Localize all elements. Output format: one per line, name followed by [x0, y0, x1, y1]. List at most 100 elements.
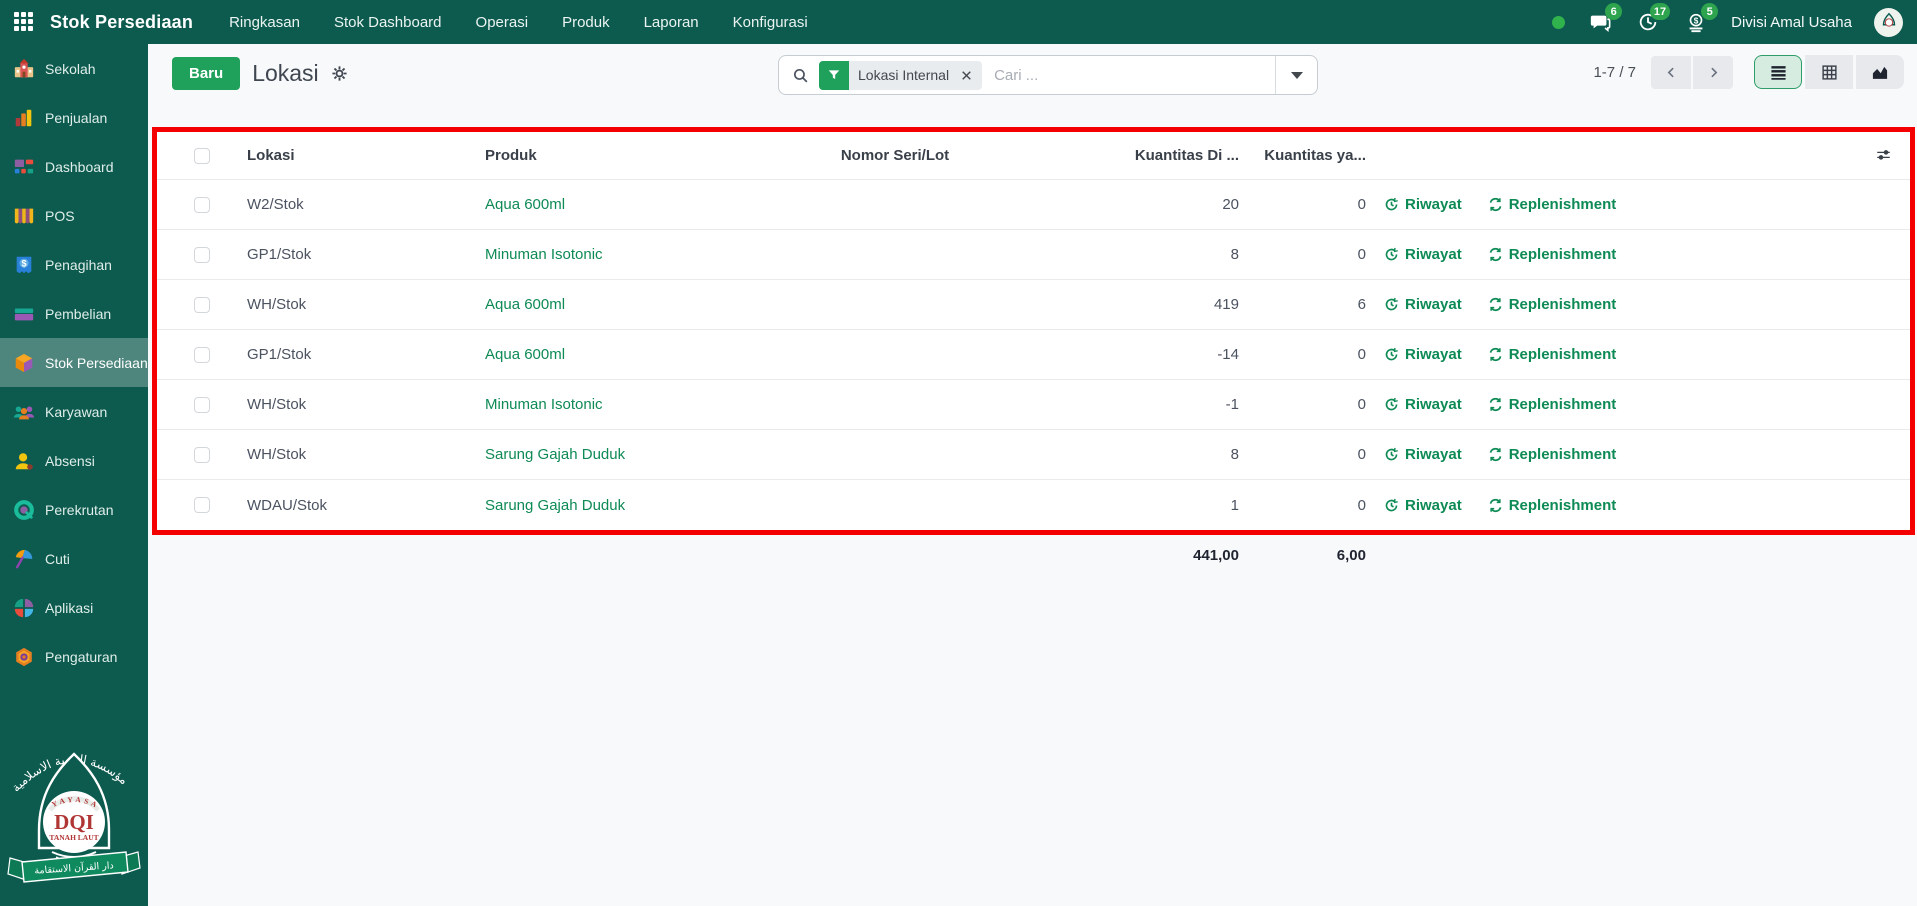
menu-ringkasan[interactable]: Ringkasan: [229, 14, 300, 31]
sidebar-item-pengaturan[interactable]: Pengaturan: [0, 632, 148, 681]
navbar-menus: Ringkasan Stok Dashboard Operasi Produk …: [229, 14, 808, 31]
search-bar[interactable]: Lokasi Internal Cari ...: [778, 55, 1318, 95]
replenishment-button[interactable]: Replenishment: [1488, 196, 1617, 213]
replenishment-button[interactable]: Replenishment: [1488, 446, 1617, 463]
history-button[interactable]: Riwayat: [1384, 246, 1462, 263]
history-button[interactable]: Riwayat: [1384, 296, 1462, 313]
table-row[interactable]: WH/Stok Sarung Gajah Duduk 8 0 Riwayat: [157, 430, 1910, 480]
menu-konfigurasi[interactable]: Konfigurasi: [733, 14, 808, 31]
select-all-checkbox[interactable]: [194, 148, 210, 164]
replenishment-button[interactable]: Replenishment: [1488, 497, 1617, 514]
menu-operasi[interactable]: Operasi: [476, 14, 529, 31]
product-link[interactable]: Aqua 600ml: [485, 346, 745, 363]
table-row[interactable]: WH/Stok Minuman Isotonic -1 0 Riwayat: [157, 380, 1910, 430]
search-input[interactable]: Cari ...: [994, 67, 1275, 84]
pager-next-button[interactable]: [1693, 56, 1733, 89]
sidebar-item-aplikasi[interactable]: Aplikasi: [0, 583, 148, 632]
row-checkbox[interactable]: [194, 347, 210, 363]
row-checkbox[interactable]: [194, 497, 210, 513]
filter-remove-icon[interactable]: [958, 69, 982, 82]
menu-stok-dashboard[interactable]: Stok Dashboard: [334, 14, 442, 31]
messages-icon[interactable]: 6: [1587, 9, 1613, 35]
sidebar-item-label: Pengaturan: [45, 649, 117, 665]
table-header-row: Lokasi Produk Nomor Seri/Lot Kuantitas D…: [157, 132, 1910, 180]
user-avatar[interactable]: [1874, 8, 1903, 37]
history-icon: [1384, 197, 1399, 212]
table-row[interactable]: W2/Stok Aqua 600ml 20 0 Riwayat Replen: [157, 180, 1910, 230]
sidebar-item-dashboard[interactable]: Dashboard: [0, 142, 148, 191]
optional-columns-icon[interactable]: [1875, 148, 1892, 163]
replenishment-button[interactable]: Replenishment: [1488, 396, 1617, 413]
sidebar-item-penagihan[interactable]: $ Penagihan: [0, 240, 148, 289]
cell-qty-on-hand: -14: [1045, 346, 1249, 363]
history-icon: [1384, 397, 1399, 412]
product-link[interactable]: Sarung Gajah Duduk: [485, 446, 745, 463]
company-menu[interactable]: Divisi Amal Usaha: [1731, 14, 1852, 31]
cell-lokasi: WH/Stok: [247, 296, 485, 313]
top-navbar: Stok Persediaan Ringkasan Stok Dashboard…: [0, 0, 1917, 44]
history-button[interactable]: Riwayat: [1384, 196, 1462, 213]
messages-badge: 6: [1605, 3, 1622, 20]
actions-gear-icon[interactable]: [331, 65, 348, 82]
new-button[interactable]: Baru: [172, 57, 240, 90]
history-button[interactable]: Riwayat: [1384, 346, 1462, 363]
sidebar-item-penjualan[interactable]: Penjualan: [0, 93, 148, 142]
cell-qty-reserved: 0: [1249, 196, 1376, 213]
apps-grid-icon[interactable]: [14, 12, 34, 32]
menu-produk[interactable]: Produk: [562, 14, 610, 31]
history-button[interactable]: Riwayat: [1384, 446, 1462, 463]
sidebar-item-label: Aplikasi: [45, 600, 93, 616]
product-link[interactable]: Aqua 600ml: [485, 296, 745, 313]
pivot-view-icon: [1820, 64, 1839, 81]
product-link[interactable]: Minuman Isotonic: [485, 396, 745, 413]
view-graph-button[interactable]: [1856, 55, 1904, 89]
filter-chip[interactable]: Lokasi Internal: [819, 61, 982, 90]
sidebar-item-pembelian[interactable]: Pembelian: [0, 289, 148, 338]
menu-laporan[interactable]: Laporan: [644, 14, 699, 31]
header-produk[interactable]: Produk: [485, 147, 745, 164]
header-qty-on-hand[interactable]: Kuantitas Di ...: [1045, 147, 1249, 164]
row-checkbox[interactable]: [194, 247, 210, 263]
product-link[interactable]: Aqua 600ml: [485, 196, 745, 213]
sidebar-item-pos[interactable]: POS: [0, 191, 148, 240]
sidebar-item-sekolah[interactable]: Sekolah: [0, 44, 148, 93]
replenishment-button[interactable]: Replenishment: [1488, 346, 1617, 363]
row-checkbox[interactable]: [194, 197, 210, 213]
table-row[interactable]: GP1/Stok Minuman Isotonic 8 0 Riwayat: [157, 230, 1910, 280]
umbrella-icon: [13, 548, 35, 570]
header-qty-reserved[interactable]: Kuantitas ya...: [1249, 147, 1376, 164]
sidebar-item-perekrutan[interactable]: Perekrutan: [0, 485, 148, 534]
header-lokasi[interactable]: Lokasi: [247, 147, 485, 164]
view-list-button[interactable]: [1754, 55, 1802, 89]
table-row[interactable]: WH/Stok Aqua 600ml 419 6 Riwayat Reple: [157, 280, 1910, 330]
product-link[interactable]: Minuman Isotonic: [485, 246, 745, 263]
history-icon: [1384, 297, 1399, 312]
refresh-icon: [1488, 347, 1503, 362]
pager-prev-button[interactable]: [1651, 56, 1691, 89]
table-row[interactable]: WDAU/Stok Sarung Gajah Duduk 1 0 Riwayat: [157, 480, 1910, 530]
history-button[interactable]: Riwayat: [1384, 497, 1462, 514]
sidebar-item-stok-persediaan[interactable]: Stok Persediaan: [0, 338, 148, 387]
row-checkbox[interactable]: [194, 397, 210, 413]
page-title: Lokasi: [252, 60, 318, 87]
header-serial[interactable]: Nomor Seri/Lot: [745, 147, 1045, 164]
search-dropdown-toggle[interactable]: [1275, 56, 1317, 94]
product-link[interactable]: Sarung Gajah Duduk: [485, 497, 745, 514]
view-pivot-button[interactable]: [1805, 55, 1853, 89]
row-checkbox[interactable]: [194, 297, 210, 313]
history-button[interactable]: Riwayat: [1384, 396, 1462, 413]
sidebar-item-absensi[interactable]: Absensi: [0, 436, 148, 485]
sidebar-item-label: Penagihan: [45, 257, 112, 273]
cell-lokasi: GP1/Stok: [247, 246, 485, 263]
sidebar-item-label: Penjualan: [45, 110, 107, 126]
svg-text:DQI: DQI: [54, 810, 94, 834]
sidebar-item-karyawan[interactable]: Karyawan: [0, 387, 148, 436]
replenishment-button[interactable]: Replenishment: [1488, 296, 1617, 313]
app-title: Stok Persediaan: [50, 12, 193, 33]
activities-clock-icon[interactable]: 17: [1635, 9, 1661, 35]
replenishment-button[interactable]: Replenishment: [1488, 246, 1617, 263]
table-row[interactable]: GP1/Stok Aqua 600ml -14 0 Riwayat Repl: [157, 330, 1910, 380]
row-checkbox[interactable]: [194, 447, 210, 463]
sidebar-item-cuti[interactable]: Cuti: [0, 534, 148, 583]
money-icon[interactable]: $ 5: [1683, 9, 1709, 35]
